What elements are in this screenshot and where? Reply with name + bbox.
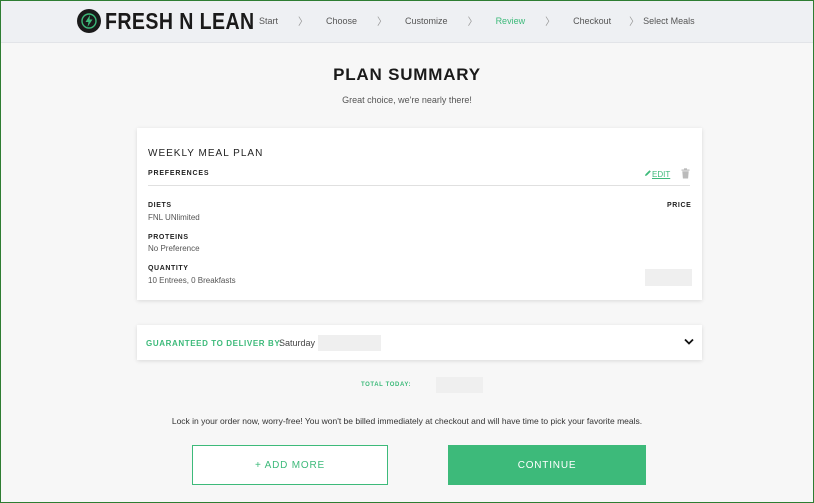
chevron-down-icon[interactable] [684,338,694,346]
step-start[interactable]: Start [259,16,278,26]
total-today-label: TOTAL TODAY: [361,382,412,388]
diets-value: FNL UNlimited [148,213,200,222]
add-more-button[interactable]: + ADD MORE [192,445,388,485]
preferences-label: PREFERENCES [148,170,210,177]
brand-logo[interactable]: FRESH N LEAN [77,7,281,35]
quantity-value: 10 Entrees, 0 Breakfasts [148,276,236,285]
step-separator-icon: 〉 [629,17,640,28]
lightning-bolt-icon [77,9,101,33]
step-separator-icon: 〉 [545,17,556,28]
step-separator-icon: 〉 [298,17,309,28]
total-value-placeholder [436,377,483,393]
header: FRESH N LEAN Start 〉 Choose 〉 Customize … [1,1,813,43]
checkout-steps: Start 〉 Choose 〉 Customize 〉 Review 〉 Ch… [259,13,695,29]
diets-label: DIETS [148,202,172,209]
edit-label: EDIT [652,169,671,179]
lockin-message: Lock in your order now, worry-free! You … [171,416,643,426]
delivery-accordion[interactable]: GUARANTEED TO DELIVER BY: Saturday [137,325,702,360]
step-separator-icon: 〉 [467,17,478,28]
step-checkout[interactable]: Checkout [573,16,611,26]
proteins-value: No Preference [148,244,200,253]
app-frame: FRESH N LEAN Start 〉 Choose 〉 Customize … [0,0,814,503]
brand-name: FRESH N LEAN [105,7,255,34]
delivery-day: Saturday [279,338,316,348]
step-customize[interactable]: Customize [405,16,448,26]
step-separator-icon: 〉 [377,17,388,28]
pencil-icon [644,169,652,179]
page-title: PLAN SUMMARY [333,65,481,84]
plan-title: WEEKLY MEAL PLAN [148,148,264,159]
edit-button[interactable]: EDIT [644,169,670,179]
step-select-meals[interactable]: Select Meals [643,16,695,26]
price-value-placeholder [645,269,692,286]
delivery-label: GUARANTEED TO DELIVER BY: [146,339,283,348]
page-subtitle: Great choice, we're nearly there! [342,95,472,105]
proteins-label: PROTEINS [148,234,189,241]
card-divider [148,185,690,186]
quantity-label: QUANTITY [148,265,189,272]
trash-icon[interactable] [681,168,690,179]
delivery-date-placeholder [318,335,381,351]
step-review[interactable]: Review [496,16,526,26]
price-label: PRICE [667,202,692,209]
continue-button[interactable]: CONTINUE [448,445,646,485]
step-choose[interactable]: Choose [326,16,357,26]
plan-summary-card: WEEKLY MEAL PLAN PREFERENCES EDIT DIETS … [137,128,702,300]
